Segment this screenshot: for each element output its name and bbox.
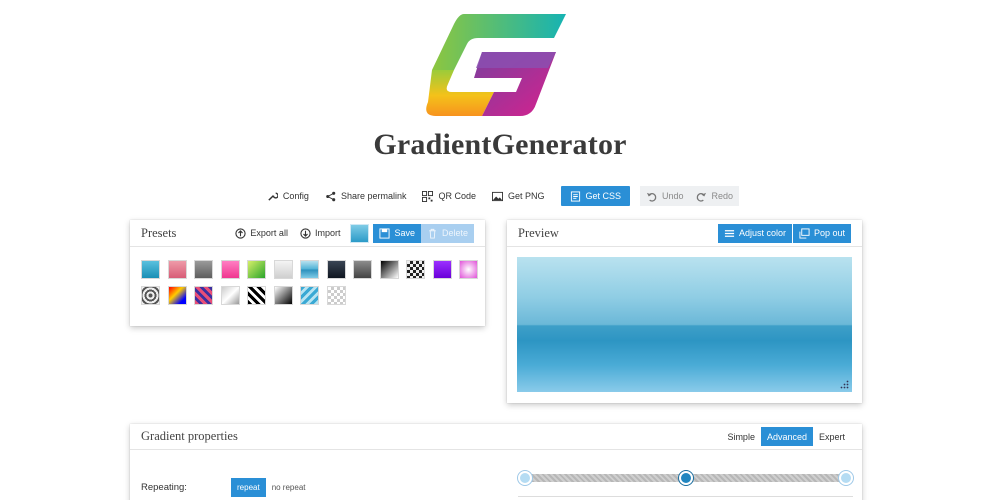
pop-out-label: Pop out (813, 228, 845, 238)
presets-actions: Export all Import Save Delete (229, 223, 474, 243)
qr-code-button[interactable]: QR Code (416, 186, 482, 206)
upload-circle-icon (235, 227, 247, 239)
css-label: Get CSS (585, 191, 622, 201)
app-title: GradientGenerator (373, 128, 627, 161)
current-gradient-swatch[interactable] (350, 223, 370, 243)
config-label: Config (282, 191, 309, 201)
presets-panel: Presets Export all Import Save Delete (130, 220, 485, 326)
no-repeat-option[interactable]: no repeat (266, 483, 312, 492)
png-label: Get PNG (508, 191, 545, 201)
qr-code-icon (422, 190, 434, 202)
download-circle-icon (300, 227, 311, 239)
history-group: Undo Redo (640, 186, 740, 206)
share-icon (326, 191, 336, 201)
share-permalink-button[interactable]: Share permalink (319, 186, 413, 206)
qr-label: QR Code (438, 191, 476, 201)
preview-title: Preview (518, 225, 559, 240)
redo-icon (696, 192, 706, 202)
preset-swatch[interactable] (273, 286, 293, 305)
preset-swatch[interactable] (273, 260, 293, 279)
save-button[interactable]: Save (373, 223, 421, 243)
mode-switch: Simple Advanced Expert (721, 427, 851, 446)
preset-swatch[interactable] (353, 260, 372, 279)
trash-icon (429, 228, 436, 239)
mode-simple[interactable]: Simple (721, 427, 761, 446)
adjust-color-button[interactable]: Adjust color (717, 223, 792, 243)
preset-swatch[interactable] (406, 260, 425, 279)
undo-button[interactable]: Undo (640, 186, 690, 206)
color-stop-handle[interactable] (679, 471, 693, 485)
export-all-button[interactable]: Export all (229, 224, 294, 243)
preset-swatch[interactable] (167, 286, 187, 305)
preview-header: Preview Adjust color Pop out (507, 220, 862, 247)
import-button[interactable]: Import (294, 224, 347, 243)
delete-button[interactable]: Delete (420, 223, 474, 243)
floppy-icon (379, 227, 391, 239)
preset-swatch[interactable] (459, 260, 478, 279)
pop-out-icon (799, 227, 810, 239)
preset-swatch[interactable] (326, 286, 346, 305)
list-icon (724, 229, 735, 237)
repeating-label: Repeating: (141, 482, 187, 493)
preset-swatch[interactable] (141, 260, 160, 279)
css-file-icon (570, 190, 580, 202)
repeating-row: Repeating: repeat no repeat (141, 478, 312, 497)
preview-actions: Adjust color Pop out (717, 223, 851, 243)
slider-divider (518, 496, 853, 500)
preset-swatch[interactable] (326, 260, 346, 279)
mode-expert[interactable]: Expert (813, 427, 851, 446)
image-icon (492, 191, 503, 201)
preview-panel: Preview Adjust color Pop out (507, 220, 862, 403)
main-toolbar: Config Share permalink QR Code Get PNG G… (0, 186, 1000, 206)
undo-icon (646, 192, 657, 202)
preset-swatch[interactable] (141, 286, 160, 305)
redo-button[interactable]: Redo (689, 186, 740, 206)
preset-swatch[interactable] (220, 286, 240, 305)
props-title: Gradient properties (141, 429, 238, 443)
import-label: Import (314, 228, 341, 238)
preset-swatch[interactable] (167, 260, 187, 279)
delete-label: Delete (441, 228, 468, 238)
preset-swatch[interactable] (194, 260, 213, 279)
color-stop-handle[interactable] (839, 471, 853, 485)
preset-swatch[interactable] (379, 260, 399, 279)
resize-grip-icon[interactable] (840, 380, 849, 389)
preset-swatch[interactable] (300, 260, 319, 279)
export-all-label: Export all (250, 228, 288, 238)
presets-title: Presets (141, 225, 177, 240)
wrench-icon (268, 192, 278, 201)
color-stop-handle[interactable] (518, 471, 532, 485)
preset-swatch[interactable] (194, 286, 213, 305)
preset-swatch[interactable] (247, 260, 266, 279)
color-stop-slider[interactable] (518, 471, 853, 485)
page: GradientGenerator Config Share permalink… (0, 0, 1000, 500)
preset-grid (130, 247, 485, 305)
preset-swatch[interactable] (247, 286, 266, 305)
gradient-preview[interactable] (517, 257, 852, 392)
gradient-properties-panel: Gradient properties Simple Advanced Expe… (130, 424, 862, 500)
config-button[interactable]: Config (261, 186, 315, 206)
pop-out-button[interactable]: Pop out (792, 223, 851, 243)
get-png-button[interactable]: Get PNG (486, 186, 551, 206)
preset-swatch[interactable] (220, 260, 240, 279)
redo-label: Redo (711, 191, 734, 201)
preset-swatch[interactable] (300, 286, 319, 305)
props-header: Gradient properties Simple Advanced Expe… (130, 424, 862, 450)
undo-label: Undo (662, 191, 684, 201)
gradientgenerator-logo (426, 14, 566, 116)
get-css-button[interactable]: Get CSS (560, 186, 631, 206)
share-label: Share permalink (340, 191, 407, 201)
repeat-option[interactable]: repeat (231, 478, 266, 497)
mode-advanced[interactable]: Advanced (760, 427, 813, 446)
adjust-color-label: Adjust color (738, 228, 786, 238)
presets-header: Presets Export all Import Save Delete (130, 220, 485, 247)
preset-swatch[interactable] (432, 260, 452, 279)
save-label: Save (394, 228, 415, 238)
